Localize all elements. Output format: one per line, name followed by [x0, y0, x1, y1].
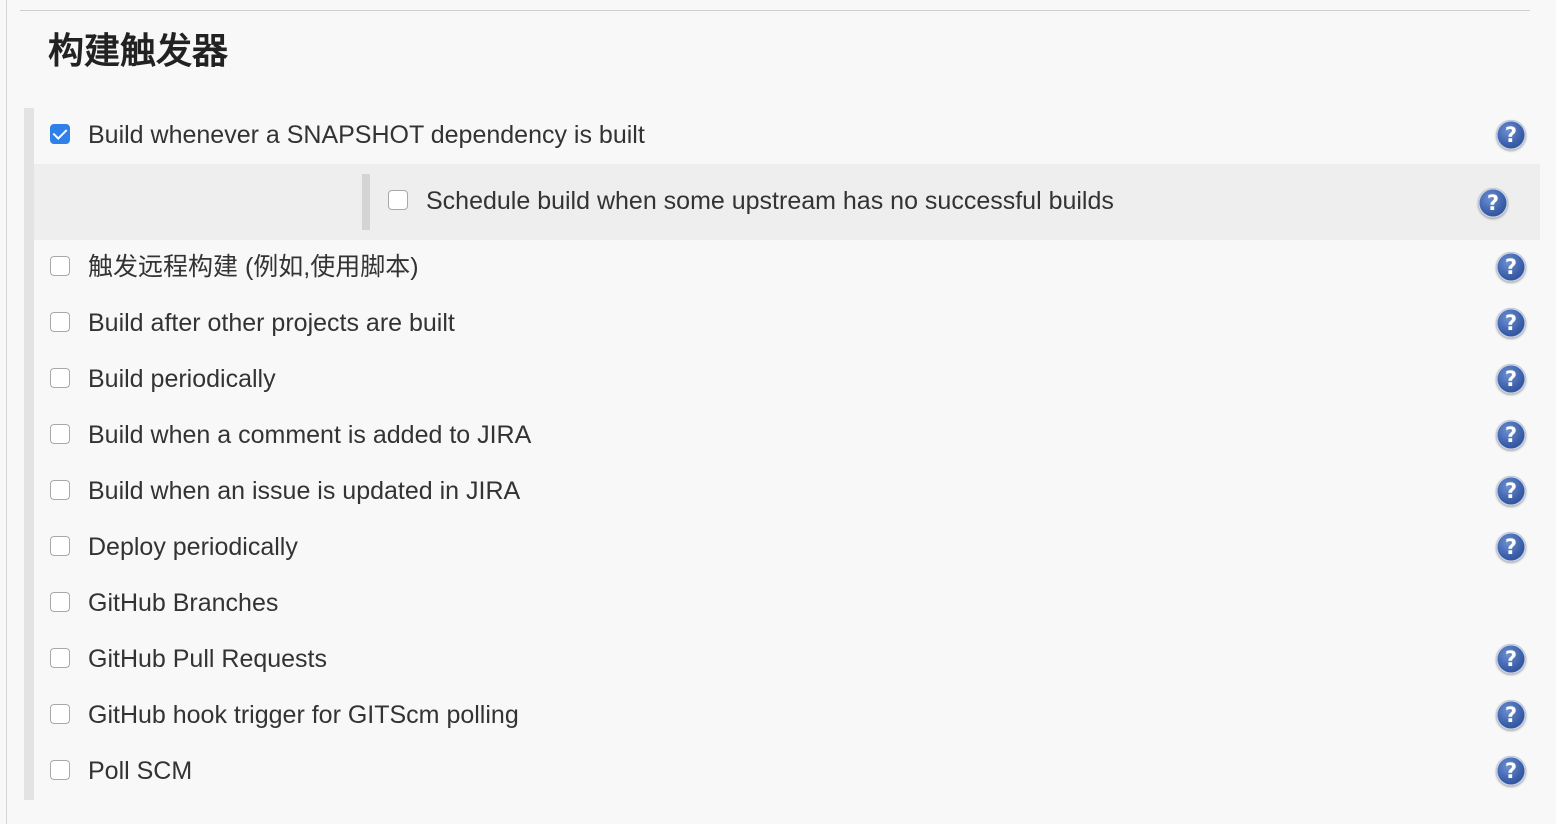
- trigger-label-build-after-other-projects: Build after other projects are built: [88, 309, 455, 337]
- trigger-row-github-pull-requests: GitHub Pull Requests: [34, 632, 1540, 688]
- trigger-label-github-pull-requests: GitHub Pull Requests: [88, 645, 328, 673]
- trigger-row-github-branches: GitHub Branches: [34, 576, 1540, 632]
- checkbox-schedule-upstream-no-success[interactable]: [388, 190, 408, 210]
- page-left-border: [6, 0, 7, 824]
- checkbox-jira-comment[interactable]: [50, 424, 70, 444]
- checkbox-github-pull-requests[interactable]: [50, 648, 70, 668]
- help-icon[interactable]: [1478, 188, 1508, 218]
- trigger-label-jira-comment: Build when a comment is added to JIRA: [88, 421, 532, 449]
- trigger-label-github-branches: GitHub Branches: [88, 589, 279, 617]
- build-triggers-section: Build whenever a SNAPSHOT dependency is …: [24, 108, 1540, 800]
- trigger-row-deploy-periodically: Deploy periodically: [34, 520, 1540, 576]
- trigger-label-snapshot-dependency: Build whenever a SNAPSHOT dependency is …: [88, 121, 645, 149]
- help-icon[interactable]: [1496, 120, 1526, 150]
- help-icon[interactable]: [1496, 252, 1526, 282]
- trigger-row-poll-scm: Poll SCM: [34, 744, 1540, 800]
- section-divider: [20, 10, 1530, 11]
- help-icon[interactable]: [1496, 420, 1526, 450]
- trigger-row-jira-issue-updated: Build when an issue is updated in JIRA: [34, 464, 1540, 520]
- trigger-row-jira-comment: Build when a comment is added to JIRA: [34, 408, 1540, 464]
- checkbox-deploy-periodically[interactable]: [50, 536, 70, 556]
- trigger-label-deploy-periodically: Deploy periodically: [88, 533, 298, 561]
- help-icon[interactable]: [1496, 532, 1526, 562]
- checkbox-github-branches[interactable]: [50, 592, 70, 612]
- trigger-label-build-periodically: Build periodically: [88, 365, 276, 393]
- trigger-label-jira-issue-updated: Build when an issue is updated in JIRA: [88, 477, 521, 505]
- trigger-row-github-hook: GitHub hook trigger for GITScm polling: [34, 688, 1540, 744]
- help-icon[interactable]: [1496, 476, 1526, 506]
- checkbox-poll-scm[interactable]: [50, 760, 70, 780]
- trigger-label-remote-build: 触发远程构建 (例如,使用脚本): [88, 253, 419, 281]
- checkbox-remote-build[interactable]: [50, 256, 70, 276]
- trigger-row-build-periodically: Build periodically: [34, 352, 1540, 408]
- checkbox-build-periodically[interactable]: [50, 368, 70, 388]
- option-label-schedule-upstream-no-success: Schedule build when some upstream has no…: [426, 187, 1114, 215]
- trigger-label-poll-scm: Poll SCM: [88, 757, 193, 785]
- section-indent-bar: [24, 108, 34, 800]
- section-title: 构建触发器: [48, 30, 229, 71]
- trigger-label-github-hook: GitHub hook trigger for GITScm polling: [88, 701, 519, 729]
- checkbox-jira-issue-updated[interactable]: [50, 480, 70, 500]
- nested-indent-bar: [362, 174, 370, 230]
- snapshot-nested-options: Schedule build when some upstream has no…: [34, 164, 1540, 240]
- help-icon[interactable]: [1496, 756, 1526, 786]
- checkbox-snapshot-dependency[interactable]: [50, 124, 70, 144]
- trigger-row-build-after-other-projects: Build after other projects are built: [34, 296, 1540, 352]
- help-icon[interactable]: [1496, 364, 1526, 394]
- checkbox-github-hook[interactable]: [50, 704, 70, 724]
- help-icon[interactable]: [1496, 700, 1526, 730]
- trigger-row-snapshot-dependency: Build whenever a SNAPSHOT dependency is …: [34, 108, 1540, 164]
- trigger-row-remote-build: 触发远程构建 (例如,使用脚本): [34, 240, 1540, 296]
- checkbox-build-after-other-projects[interactable]: [50, 312, 70, 332]
- help-icon[interactable]: [1496, 644, 1526, 674]
- help-icon[interactable]: [1496, 308, 1526, 338]
